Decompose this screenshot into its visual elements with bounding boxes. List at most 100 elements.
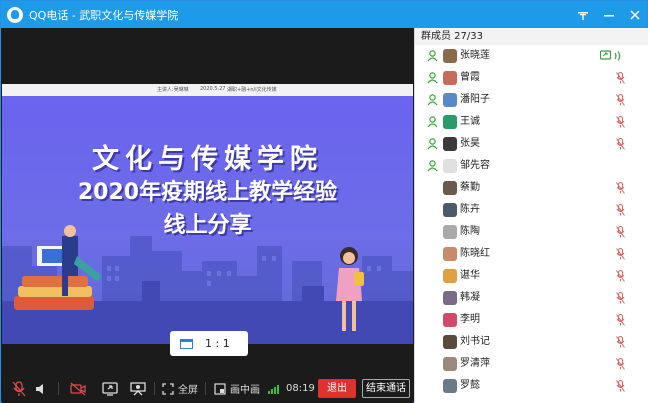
member-name: 邹先容 [460,160,490,171]
signal-icon [268,384,279,394]
member-list[interactable]: 张晓莲曾霞潘阳子王诚张昊邹先容蔡勤陈卉陈陶陈晓红谌华韩凝李明刘书记罗清萍罗懿 [415,45,648,397]
member-row[interactable]: 王诚 [415,111,648,133]
slide-presenter: 主讲人:吴琳琳 [157,87,189,93]
fullscreen-button[interactable]: 全屏 [162,374,198,403]
speaker-button[interactable] [34,374,48,403]
member-name: 陈卉 [460,204,480,215]
share-screen-icon [102,381,118,396]
slide-title-line1: 文化与传媒学院 [92,144,323,175]
mic-muted-icon [616,358,625,370]
end-call-button[interactable]: 结束通话 [362,379,410,398]
mic-muted-icon [616,204,625,216]
member-row[interactable]: 曾霞 [415,67,648,89]
close-icon[interactable] [629,9,641,21]
speaker-icon [36,383,43,394]
exit-button[interactable]: 退出 [318,379,356,398]
presenter-icon [130,381,146,395]
present-button[interactable] [130,374,146,403]
mic-muted-icon [616,182,625,194]
member-name: 李明 [460,314,480,325]
member-name: 张昊 [460,138,480,149]
avatar [443,291,457,305]
pip-icon [214,382,226,395]
mic-muted-icon [616,336,625,348]
member-row[interactable]: 谌华 [415,265,648,287]
avatar [443,181,457,195]
admin-icon [427,116,438,128]
mic-muted-icon [616,116,625,128]
signal-strength: 08:19 [268,374,315,403]
slide-date: 2020.5.27 [200,86,226,92]
member-name: 张晓莲 [460,50,490,61]
avatar [443,203,457,217]
slide-title-line3: 线上分享 [163,213,252,238]
title-bar[interactable]: QQ电话 - 武职文化与传媒学院 [1,1,647,28]
slide-background: 文化与传媒学院 2020年疫期线上教学经验 线上分享 [2,96,413,344]
pin-icon[interactable] [577,9,589,21]
mic-toggle-button[interactable] [12,374,26,403]
member-name: 陈陶 [460,226,480,237]
member-name: 陈晓红 [460,248,490,259]
qq-call-window: QQ电话 - 武职文化与传媒学院 主讲人:吴琳琳 2020.5.27 湖职+融+… [0,0,648,403]
member-row[interactable]: 罗清萍 [415,353,648,375]
qq-logo-icon [7,6,23,23]
member-name: 罗懿 [460,380,480,391]
camera-off-icon [70,382,86,395]
member-name: 谌华 [460,270,480,281]
minimize-icon[interactable] [603,9,615,21]
screen-share-stage[interactable]: 主讲人:吴琳琳 2020.5.27 湖职+融+n/i文化传媒 文化与传媒学院 2… [2,28,413,374]
avatar [443,313,457,327]
mic-muted-icon [12,380,26,396]
avatar [443,49,457,63]
mic-muted-icon [616,248,625,260]
call-duration: 08:19 [286,383,315,394]
share-screen-button[interactable] [102,374,118,403]
admin-icon [427,160,438,172]
member-name: 韩凝 [460,292,480,303]
mic-muted-icon [616,314,625,326]
slide-title-line2: 2020年疫期线上教学经验 [77,180,338,205]
admin-icon [427,94,438,106]
member-row[interactable]: 邹先容 [415,155,648,177]
call-toolbar: 全屏 画中画 08:19 退出 结束通话 [2,374,413,403]
avatar [443,71,457,85]
mic-muted-icon [616,226,625,238]
avatar [443,93,457,107]
camera-toggle-button[interactable] [70,374,86,403]
member-row[interactable]: 张昊 [415,133,648,155]
avatar [443,115,457,129]
window-title: QQ电话 - 武职文化与传媒学院 [29,8,179,22]
fullscreen-icon [162,382,174,395]
mic-muted-icon [616,72,625,84]
member-row[interactable]: 韩凝 [415,287,648,309]
mic-muted-icon [616,380,625,392]
mic-muted-icon [616,138,625,150]
member-row[interactable]: 李明 [415,309,648,331]
fullscreen-label: 全屏 [178,385,198,396]
mic-muted-icon [616,94,625,106]
member-row[interactable]: 张晓莲 [415,45,648,67]
slide-header-strip: 主讲人:吴琳琳 2020.5.27 湖职+融+n/i文化传媒 [2,84,413,96]
admin-icon [427,72,438,84]
member-row[interactable]: 蔡勤 [415,177,648,199]
shared-slide: 主讲人:吴琳琳 2020.5.27 湖职+融+n/i文化传媒 文化与传媒学院 2… [2,84,413,344]
avatar [443,247,457,261]
mic-muted-icon [616,292,625,304]
member-row[interactable]: 陈陶 [415,221,648,243]
ratio-toggle-button[interactable]: 1 : 1 [170,331,248,356]
member-row[interactable]: 陈卉 [415,199,648,221]
member-row[interactable]: 陈晓红 [415,243,648,265]
avatar [443,137,457,151]
admin-icon [427,50,438,62]
members-header: 群成员 27/33 [415,28,648,45]
member-row[interactable]: 刘书记 [415,331,648,353]
slide-org: 湖职+融+n/i文化传媒 [227,87,277,93]
member-name: 王诚 [460,116,480,127]
member-name: 曾霞 [460,72,480,83]
member-row[interactable]: 罗懿 [415,375,648,397]
member-name: 潘阳子 [460,94,490,105]
member-name: 刘书记 [460,336,490,347]
avatar [443,379,457,393]
picture-in-picture-button[interactable]: 画中画 [214,374,260,403]
member-row[interactable]: 潘阳子 [415,89,648,111]
